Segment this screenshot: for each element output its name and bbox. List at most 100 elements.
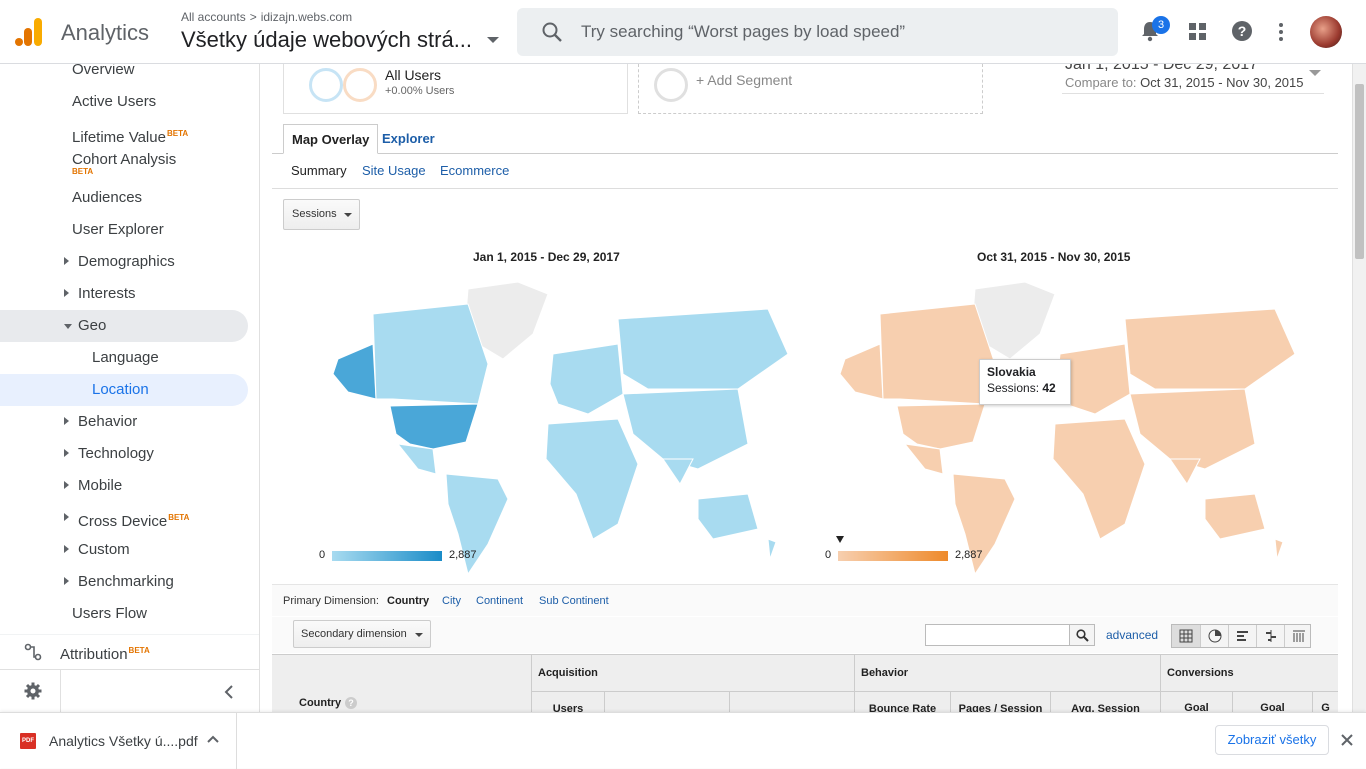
sidebar-item-demographics[interactable]: Demographics bbox=[0, 246, 248, 278]
more-vert-icon[interactable] bbox=[1278, 22, 1284, 42]
download-item[interactable]: PDF Analytics Všetky ú....pdf bbox=[0, 713, 237, 769]
sidebar-item-attribution[interactable]: AttributionBETA bbox=[0, 634, 259, 666]
map-region-canada[interactable] bbox=[879, 303, 996, 405]
dimension-sub-continent[interactable]: Sub Continent bbox=[539, 595, 609, 607]
breadcrumb-property[interactable]: idizajn.webs.com bbox=[261, 10, 352, 24]
user-avatar[interactable] bbox=[1310, 16, 1342, 48]
column-header-new-users[interactable] bbox=[604, 692, 729, 712]
dimension-continent[interactable]: Continent bbox=[476, 595, 523, 607]
table-search-button[interactable] bbox=[1069, 624, 1095, 646]
table-search-input[interactable] bbox=[925, 624, 1070, 646]
help-icon[interactable]: ? bbox=[1231, 20, 1253, 42]
map-region-alaska[interactable] bbox=[839, 343, 884, 400]
sidebar-item-language[interactable]: Language bbox=[0, 342, 248, 374]
column-header-bounce-rate[interactable]: Bounce Rate bbox=[854, 692, 950, 712]
map-region-australia[interactable] bbox=[697, 493, 759, 540]
map-region-australia[interactable] bbox=[1204, 493, 1266, 540]
map-region-usa[interactable] bbox=[389, 403, 479, 450]
map-region-canada[interactable] bbox=[372, 303, 489, 405]
column-group-conversions: Conversions bbox=[1160, 655, 1338, 692]
column-header-goal-1[interactable]: Goal bbox=[1160, 692, 1232, 712]
close-icon[interactable] bbox=[1340, 733, 1354, 747]
map-region-europe[interactable] bbox=[549, 343, 624, 415]
view-pie-button[interactable] bbox=[1200, 625, 1228, 647]
view-performance-button[interactable] bbox=[1228, 625, 1256, 647]
sidebar-item-cohort-analysis[interactable]: Cohort Analysis BETA bbox=[0, 144, 248, 184]
secondary-dimension-select[interactable]: Secondary dimension bbox=[293, 620, 431, 648]
sidebar-item-behavior[interactable]: Behavior bbox=[0, 406, 248, 438]
sidebar-item-users-flow[interactable]: Users Flow bbox=[0, 598, 248, 630]
map-region-mexico[interactable] bbox=[396, 443, 437, 475]
scrollbar-thumb[interactable] bbox=[1355, 84, 1364, 259]
column-header-country[interactable]: Country bbox=[299, 697, 341, 709]
view-comparison-button[interactable] bbox=[1256, 625, 1284, 647]
add-segment-button[interactable]: + Add Segment bbox=[638, 64, 983, 114]
search-box[interactable] bbox=[517, 8, 1118, 56]
page-scrollbar[interactable] bbox=[1352, 64, 1366, 712]
advanced-filter-link[interactable]: advanced bbox=[1106, 628, 1158, 642]
sidebar-item-mobile[interactable]: Mobile bbox=[0, 470, 248, 502]
world-map-compare[interactable] bbox=[825, 274, 1300, 574]
collapse-sidebar-icon[interactable] bbox=[224, 685, 234, 699]
app-name[interactable]: Analytics bbox=[61, 20, 149, 46]
apps-grid-icon[interactable] bbox=[1189, 23, 1207, 41]
download-bar: PDF Analytics Všetky ú....pdf Zobraziť v… bbox=[0, 712, 1366, 769]
map-region-russia[interactable] bbox=[1124, 308, 1296, 390]
subtab-site-usage[interactable]: Site Usage bbox=[362, 163, 426, 178]
metric-select[interactable]: Sessions bbox=[283, 199, 360, 230]
sidebar-item-geo[interactable]: Geo bbox=[0, 310, 248, 342]
column-header-users[interactable]: Users bbox=[531, 692, 604, 712]
subtab-summary[interactable]: Summary bbox=[291, 163, 347, 178]
sidebar-item-technology[interactable]: Technology bbox=[0, 438, 248, 470]
breadcrumb-root[interactable]: All accounts bbox=[181, 10, 246, 24]
add-segment-label: + Add Segment bbox=[696, 72, 793, 88]
sidebar-item-user-explorer[interactable]: User Explorer bbox=[0, 214, 248, 246]
map-region-usa[interactable] bbox=[896, 403, 986, 450]
chevron-up-icon[interactable] bbox=[207, 735, 219, 743]
column-header-avg-session[interactable]: Avg. Session bbox=[1050, 692, 1160, 712]
world-map-current[interactable] bbox=[318, 274, 793, 574]
column-header-pages-session[interactable]: Pages / Session bbox=[950, 692, 1050, 712]
segment-all-users[interactable]: All Users +0.00% Users bbox=[283, 64, 628, 114]
view-pivot-button[interactable] bbox=[1284, 625, 1312, 647]
map-region-india[interactable] bbox=[662, 458, 694, 485]
map-region-africa[interactable] bbox=[1052, 418, 1146, 540]
map-region-alaska[interactable] bbox=[332, 343, 377, 400]
show-all-downloads-button[interactable]: Zobraziť všetky bbox=[1215, 725, 1329, 755]
map-region-russia[interactable] bbox=[617, 308, 789, 390]
sidebar-item-interests[interactable]: Interests bbox=[0, 278, 248, 310]
view-title[interactable]: Všetky údaje webových strá... bbox=[181, 27, 472, 53]
tab-explorer[interactable]: Explorer bbox=[374, 124, 443, 154]
sidebar-item-custom[interactable]: Custom bbox=[0, 534, 248, 566]
sidebar-item-location[interactable]: Location bbox=[0, 374, 248, 406]
map-region-mexico[interactable] bbox=[903, 443, 944, 475]
column-header-goal-3[interactable]: G bbox=[1312, 692, 1338, 712]
map-region-africa[interactable] bbox=[545, 418, 639, 540]
dimension-country[interactable]: Country bbox=[387, 595, 429, 607]
map-region-nz[interactable] bbox=[767, 538, 777, 560]
view-dropdown-icon[interactable] bbox=[487, 37, 499, 43]
date-dropdown-icon[interactable] bbox=[1309, 70, 1321, 76]
date-range-picker[interactable]: Jan 1, 2015 - Dec 29, 2017 Compare to: O… bbox=[1062, 64, 1324, 94]
sidebar-item-active-users[interactable]: Active Users bbox=[0, 86, 248, 118]
breadcrumb[interactable]: All accounts > idizajn.webs.com bbox=[181, 10, 352, 24]
sidebar-item-overview[interactable]: Overview bbox=[0, 64, 248, 86]
dimension-city[interactable]: City bbox=[442, 595, 461, 607]
settings-gear-icon[interactable] bbox=[24, 682, 42, 700]
column-header-sessions[interactable] bbox=[729, 692, 854, 712]
search-input[interactable] bbox=[581, 8, 1101, 56]
column-header-goal-2[interactable]: Goal bbox=[1232, 692, 1312, 712]
sidebar-item-benchmarking[interactable]: Benchmarking bbox=[0, 566, 248, 598]
map-region-india[interactable] bbox=[1169, 458, 1201, 485]
legend-min: 0 bbox=[319, 549, 326, 561]
view-table-button[interactable] bbox=[1172, 625, 1200, 647]
sidebar-item-audiences[interactable]: Audiences bbox=[0, 182, 248, 214]
map-region-asia[interactable] bbox=[1129, 388, 1256, 470]
analytics-logo-icon[interactable] bbox=[14, 16, 44, 48]
subtab-ecommerce[interactable]: Ecommerce bbox=[440, 163, 509, 178]
map-region-asia[interactable] bbox=[622, 388, 749, 470]
sidebar-item-cross-device[interactable]: Cross DeviceBETA bbox=[0, 502, 248, 534]
map-region-nz[interactable] bbox=[1274, 538, 1284, 560]
tab-map-overlay[interactable]: Map Overlay bbox=[283, 124, 379, 154]
help-icon[interactable]: ? bbox=[345, 697, 357, 709]
